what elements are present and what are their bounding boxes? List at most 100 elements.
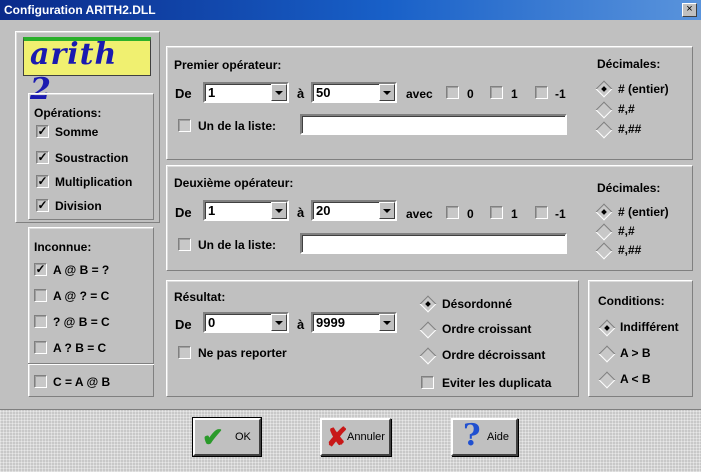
checkmark-icon: ✔ (202, 422, 224, 452)
premier-a-value: 50 (316, 85, 331, 100)
deuxieme-decimales-label-2: #,## (618, 243, 642, 257)
deuxieme-title: Deuxième opérateur: (174, 176, 294, 190)
title-bar: Configuration ARITH2.DLL × (0, 0, 701, 20)
config-window: Configuration ARITH2.DLL × arith 2 Opéra… (0, 0, 701, 472)
resultat-title: Résultat: (174, 290, 226, 304)
deuxieme-a-label: à (297, 205, 305, 220)
operations-title: Opérations: (34, 106, 102, 120)
deuxieme-de-value: 1 (208, 203, 216, 218)
checkbox-inconnue-2[interactable] (34, 289, 47, 302)
resultat-de-combo[interactable]: 0 (203, 312, 289, 333)
deuxieme-a-value: 20 (316, 203, 331, 218)
cancel-x-icon: ✘ (326, 422, 348, 452)
inconnue-title: Inconnue: (34, 240, 92, 254)
annuler-button[interactable]: ✘ Annuler (320, 418, 391, 456)
premier-avec-neg1-label: -1 (555, 87, 566, 101)
label-inconnue-3: ? @ B = C (53, 315, 110, 329)
eviter-duplicata-label: Eviter les duplicata (442, 376, 552, 390)
ordre-label-2: Ordre décroissant (442, 348, 546, 362)
label-division: Division (55, 199, 102, 213)
premier-a-combo[interactable]: 50 (311, 82, 397, 103)
conditions-label-2: A < B (620, 372, 651, 386)
deuxieme-liste-input[interactable] (300, 233, 567, 254)
premier-avec-0-label: 0 (467, 87, 474, 101)
ok-label: OK (235, 431, 251, 443)
deuxieme-avec-0-checkbox[interactable] (446, 206, 459, 219)
label-inconnue-1: A @ B = ? (53, 263, 110, 277)
resultat-a-label: à (297, 317, 305, 332)
checkbox-division[interactable]: ✓ (36, 199, 49, 212)
chevron-down-icon[interactable] (271, 314, 287, 331)
deuxieme-decimales-label-0: # (entier) (618, 205, 669, 219)
eviter-duplicata-checkbox[interactable] (421, 376, 434, 389)
premier-de-combo[interactable]: 1 (203, 82, 289, 103)
conditions-label-1: A > B (620, 346, 651, 360)
deuxieme-avec-neg1-checkbox[interactable] (535, 206, 548, 219)
window-title: Configuration ARITH2.DLL (4, 3, 156, 17)
chevron-down-icon[interactable] (379, 202, 395, 219)
label-multiplication: Multiplication (55, 175, 133, 189)
premier-avec-0-checkbox[interactable] (446, 86, 459, 99)
aide-button[interactable]: ? Aide (451, 418, 518, 456)
conditions-title: Conditions: (598, 294, 665, 308)
chevron-down-icon[interactable] (271, 84, 287, 101)
chevron-down-icon[interactable] (379, 84, 395, 101)
deuxieme-decimales-title: Décimales: (597, 181, 661, 195)
conditions-label-0: Indifférent (620, 320, 679, 334)
label-inconnue-4: A ? B = C (53, 341, 107, 355)
checkbox-inconnue-3[interactable] (34, 315, 47, 328)
premier-decimales-label-2: #,## (618, 122, 642, 136)
aide-label: Aide (487, 431, 510, 443)
deuxieme-avec-neg1-label: -1 (555, 207, 566, 221)
checkbox-c-equals[interactable] (34, 375, 47, 388)
resultat-de-label: De (175, 317, 192, 332)
help-question-icon: ? (463, 418, 481, 453)
checkbox-inconnue-1[interactable]: ✓ (34, 263, 47, 276)
annuler-label: Annuler (347, 431, 385, 443)
ordre-label-1: Ordre croissant (442, 322, 532, 336)
resultat-a-combo[interactable]: 9999 (311, 312, 397, 333)
deuxieme-de-label: De (175, 205, 192, 220)
premier-de-label: De (175, 86, 192, 101)
chevron-down-icon[interactable] (379, 314, 395, 331)
deuxieme-liste-label: Un de la liste: (198, 238, 277, 252)
premier-liste-input[interactable] (300, 114, 567, 135)
premier-avec-label: avec (406, 87, 433, 101)
premier-decimales-label-0: # (entier) (618, 82, 669, 96)
label-soustraction: Soustraction (55, 151, 129, 165)
inconnue-divider (28, 363, 154, 365)
premier-decimales-title: Décimales: (597, 57, 661, 71)
label-somme: Somme (55, 125, 99, 139)
deuxieme-a-combo[interactable]: 20 (311, 200, 397, 221)
resultat-a-value: 9999 (316, 315, 345, 330)
deuxieme-avec-label: avec (406, 207, 433, 221)
chevron-down-icon[interactable] (271, 202, 287, 219)
deuxieme-liste-checkbox[interactable] (178, 238, 191, 251)
checkbox-somme[interactable]: ✓ (36, 125, 49, 138)
premier-decimales-label-1: #,# (618, 102, 635, 116)
checkbox-soustraction[interactable]: ✓ (36, 151, 49, 164)
ne-pas-reporter-checkbox[interactable] (178, 346, 191, 359)
ne-pas-reporter-label: Ne pas reporter (198, 346, 287, 360)
premier-avec-1-label: 1 (511, 87, 518, 101)
premier-avec-neg1-checkbox[interactable] (535, 86, 548, 99)
premier-de-value: 1 (208, 85, 216, 100)
resultat-de-value: 0 (208, 315, 216, 330)
label-inconnue-2: A @ ? = C (53, 289, 110, 303)
deuxieme-de-combo[interactable]: 1 (203, 200, 289, 221)
deuxieme-decimales-label-1: #,# (618, 224, 635, 238)
ordre-label-0: Désordonné (442, 297, 513, 311)
deuxieme-avec-1-checkbox[interactable] (490, 206, 503, 219)
premier-avec-1-checkbox[interactable] (490, 86, 503, 99)
ok-button[interactable]: ✔ OK (192, 417, 262, 457)
premier-liste-label: Un de la liste: (198, 119, 277, 133)
close-button[interactable]: × (682, 3, 697, 17)
arith2-logo: arith 2 (23, 37, 151, 107)
label-c-equals: C = A @ B (53, 375, 111, 389)
checkbox-inconnue-4[interactable] (34, 341, 47, 354)
premier-liste-checkbox[interactable] (178, 119, 191, 132)
deuxieme-avec-1-label: 1 (511, 207, 518, 221)
premier-a-label: à (297, 86, 305, 101)
checkbox-multiplication[interactable]: ✓ (36, 175, 49, 188)
premier-title: Premier opérateur: (174, 58, 282, 72)
